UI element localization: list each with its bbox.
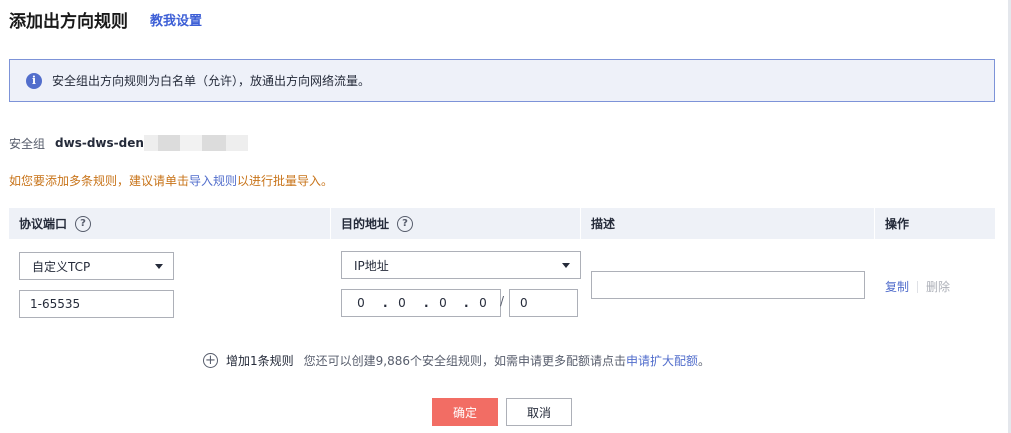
column-label: 目的地址 bbox=[341, 217, 390, 231]
ip-dot: . bbox=[464, 296, 469, 310]
column-header-description: 描述 bbox=[581, 208, 875, 239]
column-label: 操作 bbox=[885, 217, 910, 231]
caret-down-icon bbox=[155, 264, 163, 269]
mask-separator: / bbox=[500, 294, 505, 308]
hint-suffix: 以进行批量导入。 bbox=[237, 174, 334, 188]
import-hint: 如您要添加多条规则，建议请单击导入规则以进行批量导入。 bbox=[9, 172, 333, 189]
ip-address-input[interactable]: 0 . 0 . 0 . 0 bbox=[341, 289, 501, 317]
protocol-select[interactable]: 自定义TCP bbox=[19, 252, 174, 280]
add-rule-row: + 增加1条规则 您还可以创建9,886个安全组规则，如需申请更多配额请点击申请… bbox=[203, 352, 710, 369]
security-group-row: 安全组 dws-dws-den bbox=[9, 135, 248, 151]
caret-down-icon bbox=[562, 263, 570, 268]
ip-octet-3[interactable]: 0 bbox=[436, 296, 450, 310]
rules-table-header: 协议端口 ? 目的地址 ? 描述 操作 bbox=[9, 208, 995, 239]
quota-prefix: 您还可以创建9,886个安全组规则，如需申请更多配额请点击 bbox=[303, 354, 626, 368]
delete-rule-link: 删除 bbox=[926, 280, 951, 294]
ip-dot: . bbox=[424, 296, 429, 310]
ip-octet-2[interactable]: 0 bbox=[395, 296, 409, 310]
column-label: 协议端口 bbox=[19, 217, 68, 231]
ok-button[interactable]: 确定 bbox=[432, 398, 498, 426]
ip-octet-4[interactable]: 0 bbox=[476, 296, 490, 310]
redacted-block bbox=[225, 135, 248, 151]
security-group-label: 安全组 bbox=[9, 136, 46, 151]
mask-input-value: 0 bbox=[520, 296, 528, 310]
dialog-header: 添加出方向规则 教我设置 bbox=[9, 6, 202, 32]
quota-suffix: 。 bbox=[698, 354, 711, 368]
column-label: 描述 bbox=[591, 217, 616, 231]
column-header-protocol-port: 协议端口 ? bbox=[9, 208, 331, 239]
redacted-block bbox=[143, 135, 158, 151]
plus-circle-icon[interactable]: + bbox=[203, 353, 218, 368]
help-icon[interactable]: ? bbox=[75, 215, 92, 232]
info-text: 安全组出方向规则为白名单（允许），放通出方向网络流量。 bbox=[52, 74, 371, 88]
column-header-actions: 操作 bbox=[875, 208, 995, 239]
ip-octet-1[interactable]: 0 bbox=[354, 296, 368, 310]
copy-rule-link[interactable]: 复制 bbox=[885, 278, 909, 295]
hint-prefix: 如您要添加多条规则，建议请单击 bbox=[9, 174, 190, 188]
protocol-select-value: 自定义TCP bbox=[32, 259, 91, 274]
ip-dot: . bbox=[383, 296, 388, 310]
port-input[interactable]: 1-65535 bbox=[19, 290, 174, 318]
cancel-button[interactable]: 取消 bbox=[506, 398, 572, 426]
destination-type-select[interactable]: IP地址 bbox=[341, 251, 581, 279]
row-actions: 复制 删除 bbox=[885, 278, 950, 295]
help-icon[interactable]: ? bbox=[397, 215, 414, 232]
action-divider bbox=[917, 280, 919, 293]
destination-type-value: IP地址 bbox=[354, 258, 389, 273]
dialog-title: 添加出方向规则 bbox=[9, 11, 128, 32]
column-header-destination: 目的地址 ? bbox=[331, 208, 581, 239]
import-rules-link[interactable]: 导入规则 bbox=[189, 174, 237, 188]
request-quota-link[interactable]: 申请扩大配额 bbox=[626, 354, 698, 368]
quota-text: 您还可以创建9,886个安全组规则，如需申请更多配额请点击申请扩大配额。 bbox=[304, 352, 710, 369]
redacted-block bbox=[201, 135, 226, 151]
security-group-name: dws-dws-den bbox=[55, 136, 144, 150]
mask-input[interactable]: 0 bbox=[509, 289, 578, 317]
info-icon: i bbox=[26, 72, 42, 89]
redacted-block bbox=[157, 135, 180, 151]
info-banner: i 安全组出方向规则为白名单（允许），放通出方向网络流量。 bbox=[9, 59, 995, 102]
port-input-value: 1-65535 bbox=[30, 297, 81, 311]
add-rule-button[interactable]: 增加1条规则 bbox=[226, 352, 294, 369]
tutorial-link[interactable]: 教我设置 bbox=[150, 10, 202, 29]
redacted-block bbox=[179, 135, 202, 151]
description-input[interactable] bbox=[591, 271, 865, 299]
